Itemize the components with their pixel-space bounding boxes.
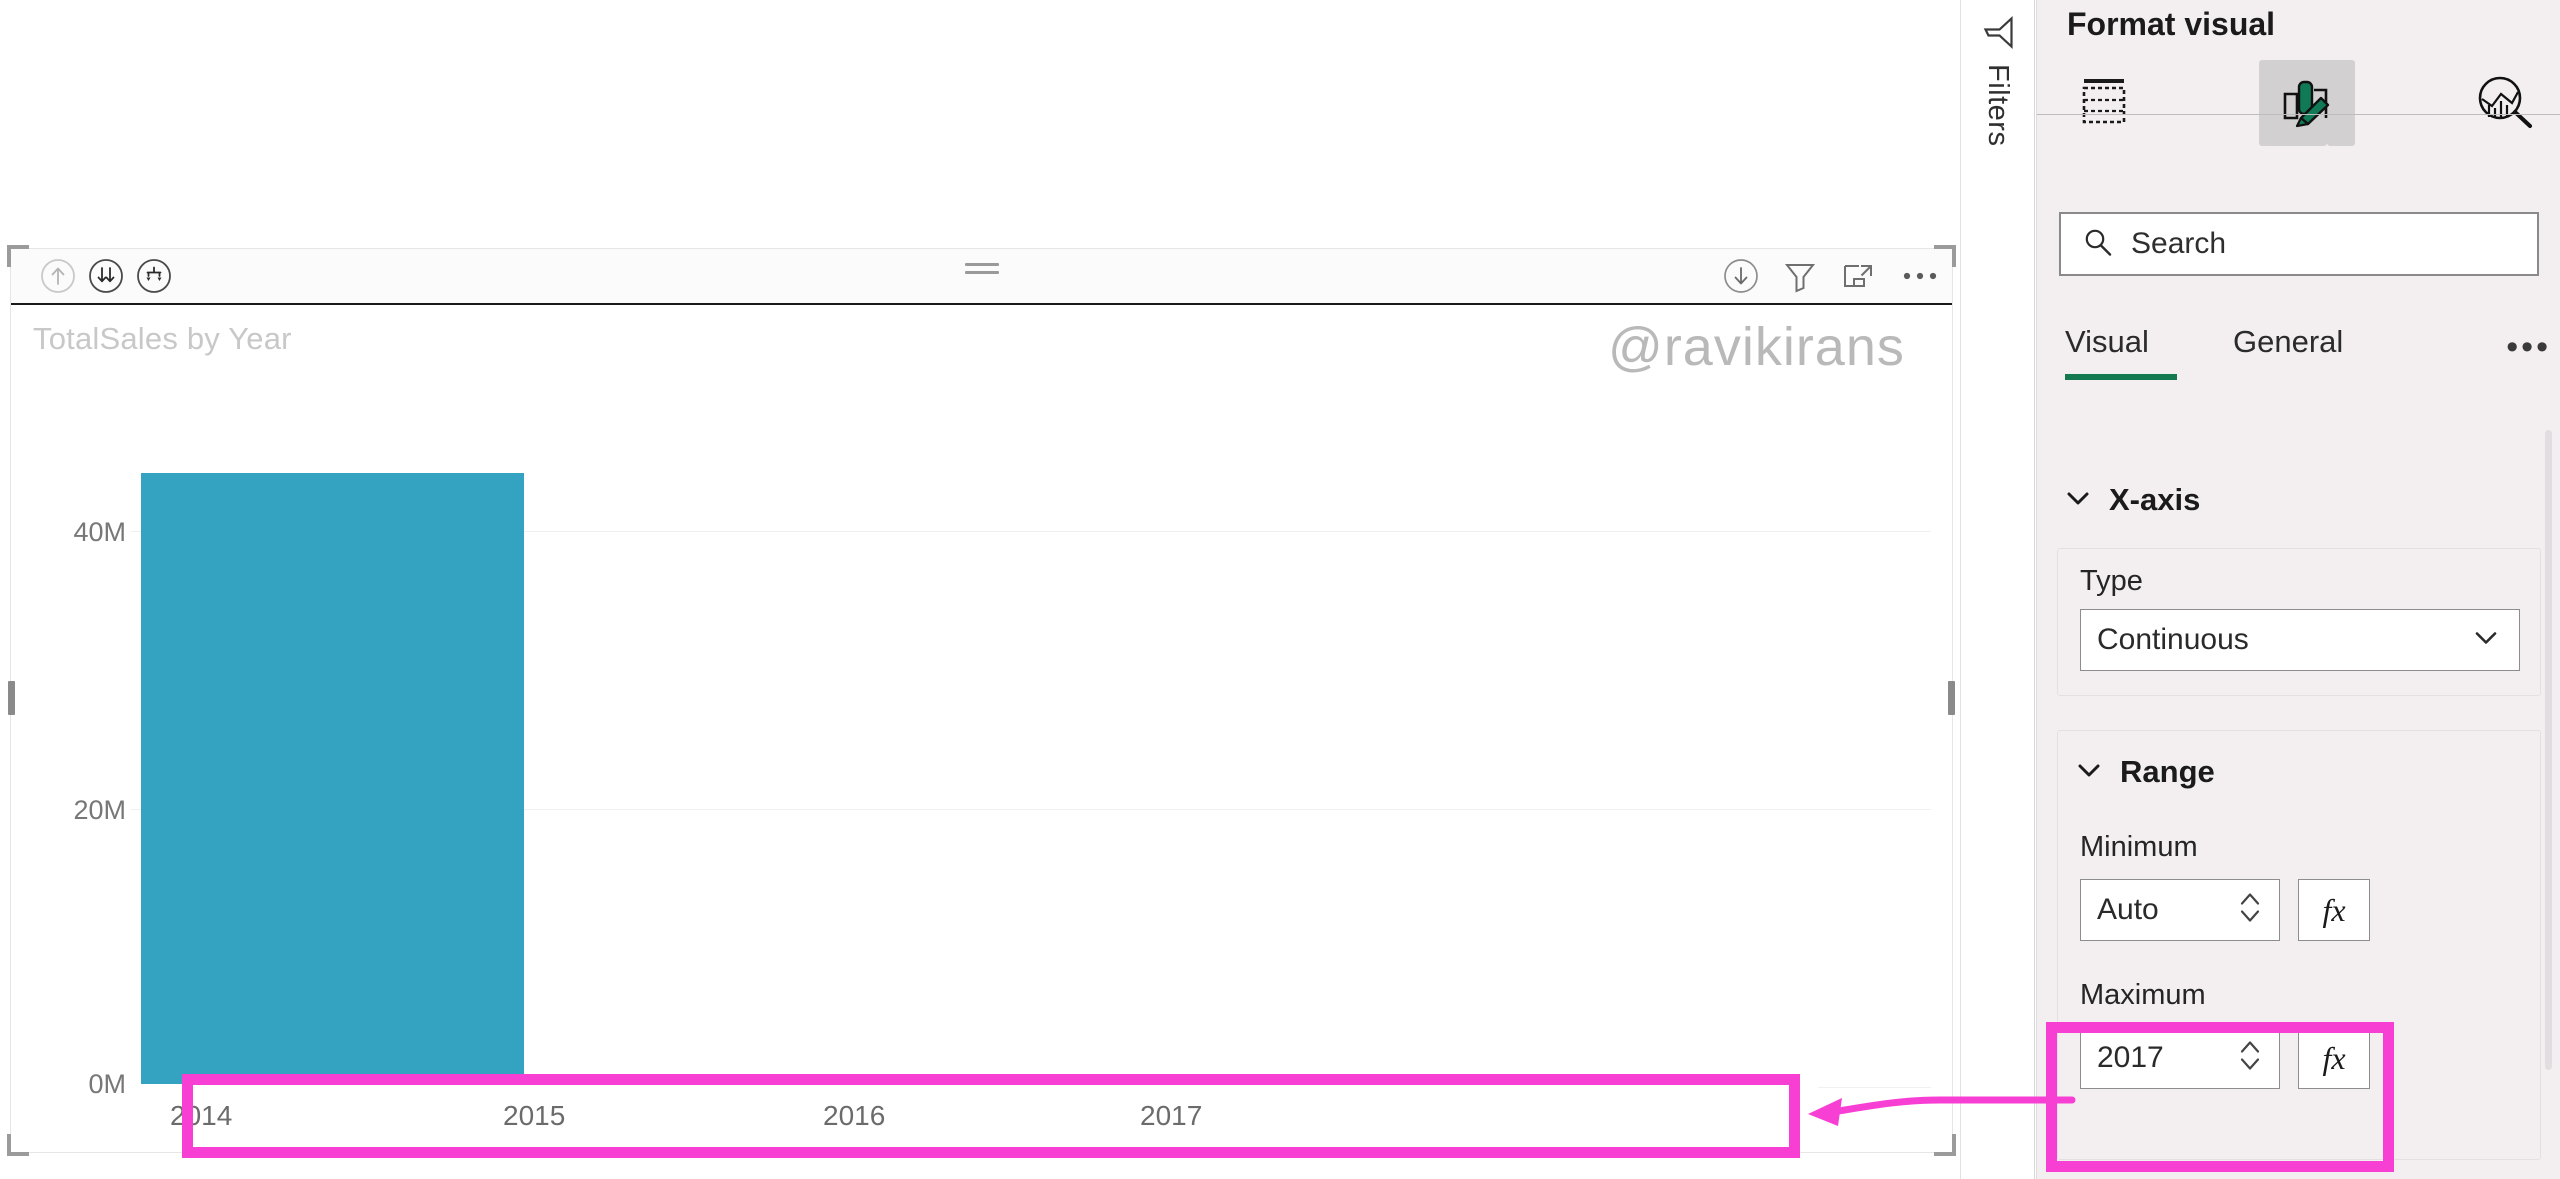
- subtab-more-icon[interactable]: •••: [2506, 328, 2551, 367]
- resize-handle-right[interactable]: [1948, 681, 1955, 715]
- type-dropdown[interactable]: Continuous: [2080, 609, 2520, 671]
- section-header-x-axis[interactable]: X-axis: [2037, 458, 2560, 542]
- drill-mode-icon[interactable]: [1722, 257, 1760, 295]
- chevron-down-icon: [2063, 483, 2093, 518]
- x-tick-2014: 2014: [170, 1100, 233, 1131]
- more-options-icon[interactable]: [1898, 257, 1937, 295]
- bar-chart-visual[interactable]: TotalSales by Year 40M 20M 0M: [7, 245, 1956, 1156]
- pane-divider: [2037, 114, 2560, 115]
- visual-header-bar: [11, 249, 1952, 305]
- fx-icon: fx: [2322, 1039, 2346, 1076]
- format-visual-pane: Format visual Search Visual General ••• …: [2036, 0, 2560, 1179]
- minimum-input[interactable]: Auto: [2080, 879, 2280, 941]
- y-tick-0m: 0M: [88, 1069, 126, 1099]
- report-canvas: TotalSales by Year 40M 20M 0M 2014 2015 …: [0, 0, 1960, 1179]
- minimum-value: Auto: [2097, 893, 2159, 926]
- label-maximum: Maximum: [2080, 979, 2206, 1011]
- card-type: Type Continuous: [2057, 548, 2541, 696]
- pane-subtabs: Visual General •••: [2065, 324, 2548, 386]
- maximum-input[interactable]: 2017: [2080, 1027, 2280, 1089]
- x-axis-labels: 2014 2015 2016 2017: [128, 1084, 1818, 1148]
- paint-brush-icon: [2277, 72, 2337, 135]
- type-dropdown-value: Continuous: [2097, 623, 2249, 656]
- spinner-arrows-icon[interactable]: [2237, 885, 2263, 936]
- chevron-down-icon: [2471, 623, 2501, 658]
- x-tick-2015: 2015: [503, 1100, 566, 1131]
- table-fields-icon: [2078, 73, 2136, 134]
- resize-corner-bottom-right[interactable]: [1934, 1134, 1956, 1156]
- x-tick-2017: 2017: [1140, 1100, 1203, 1131]
- search-placeholder: Search: [2131, 227, 2227, 260]
- minimum-fx-button[interactable]: fx: [2298, 879, 2370, 941]
- focus-mode-icon[interactable]: [1840, 257, 1876, 295]
- resize-handle-left[interactable]: [8, 681, 15, 715]
- y-tick-40m: 40M: [73, 517, 126, 547]
- magnifier-chart-icon: [2474, 72, 2536, 135]
- maximum-fx-button[interactable]: fx: [2298, 1027, 2370, 1089]
- analytics-tab[interactable]: [2457, 60, 2553, 146]
- label-minimum: Minimum: [2080, 831, 2198, 863]
- drill-controls: [39, 257, 173, 295]
- filters-pane-collapsed[interactable]: Filters: [1960, 0, 2035, 1179]
- maximum-value: 2017: [2097, 1041, 2164, 1074]
- pane-tab-row: [2037, 48, 2560, 162]
- x-tick-2016: 2016: [823, 1100, 886, 1131]
- resize-corner-top-left[interactable]: [7, 245, 29, 267]
- resize-corner-top-right[interactable]: [1934, 245, 1956, 267]
- resize-corner-bottom-left[interactable]: [7, 1134, 29, 1156]
- section-header-range[interactable]: Range: [2058, 737, 2540, 807]
- section-label-x-axis: X-axis: [2109, 482, 2201, 517]
- visual-header-actions: [1722, 257, 1937, 295]
- pane-scrollbar[interactable]: [2545, 430, 2552, 1070]
- section-label-range: Range: [2120, 754, 2215, 789]
- visual-drag-grip[interactable]: [964, 263, 999, 277]
- tab-visual-underline: [2065, 374, 2177, 380]
- filter-icon[interactable]: [1782, 257, 1818, 295]
- fields-tab[interactable]: [2059, 60, 2155, 146]
- bar-2014[interactable]: [141, 473, 524, 1087]
- filters-label: Filters: [1982, 64, 2014, 147]
- tab-visual[interactable]: Visual: [2065, 324, 2149, 360]
- filter-funnel-icon: [1976, 13, 2021, 53]
- y-tick-20m: 20M: [73, 795, 126, 825]
- search-icon: [2083, 227, 2113, 262]
- pane-title: Format visual: [2067, 6, 2276, 42]
- label-type: Type: [2080, 565, 2143, 597]
- chart-title: TotalSales by Year: [33, 321, 292, 356]
- tab-general[interactable]: General: [2233, 324, 2343, 360]
- format-tab[interactable]: [2259, 60, 2355, 146]
- drill-down-icon[interactable]: [87, 257, 125, 295]
- card-range: Range Minimum Auto fx Maximum 2017 fx: [2057, 730, 2541, 1160]
- spinner-arrows-icon[interactable]: [2237, 1033, 2263, 1084]
- drill-up-icon[interactable]: [39, 257, 77, 295]
- search-input[interactable]: Search: [2059, 212, 2539, 276]
- watermark: @ravikirans: [1608, 317, 1905, 377]
- expand-hierarchy-icon[interactable]: [135, 257, 173, 295]
- chart-plot-area: 40M 20M 0M: [73, 449, 1931, 1099]
- chevron-down-icon: [2074, 755, 2104, 790]
- selected-tab-pointer: [2307, 144, 2347, 162]
- fx-icon: fx: [2322, 891, 2346, 928]
